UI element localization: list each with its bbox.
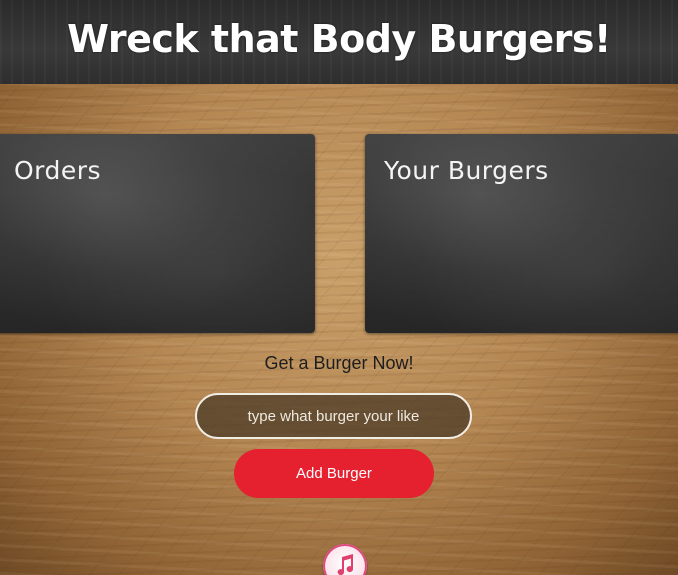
burger-name-input[interactable] — [195, 393, 472, 439]
add-burger-button[interactable]: Add Burger — [234, 449, 434, 498]
page-title: Wreck that Body Burgers! — [67, 17, 611, 61]
orders-title: Orders — [14, 156, 102, 185]
header-bar: Wreck that Body Burgers! — [0, 0, 678, 84]
your-burgers-board: Your Burgers — [365, 134, 678, 333]
music-note-glyph — [337, 554, 354, 575]
your-burgers-title: Your Burgers — [384, 156, 549, 185]
orders-board: Orders — [0, 134, 315, 333]
order-prompt-label: Get a Burger Now! — [264, 353, 414, 373]
music-note-icon[interactable] — [323, 544, 367, 575]
